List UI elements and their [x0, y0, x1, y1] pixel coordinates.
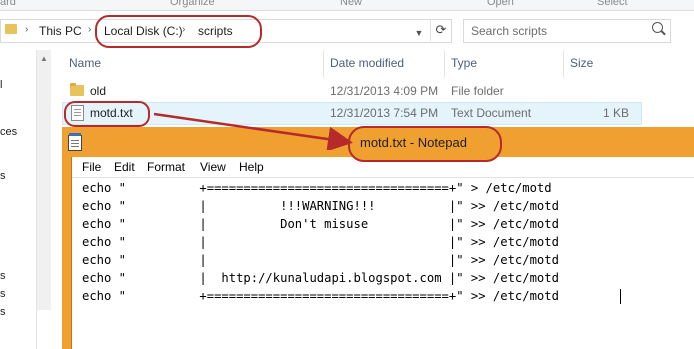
- navigation-pane: l ces s s s s: [0, 50, 37, 349]
- column-header-date[interactable]: Date modified: [330, 56, 404, 70]
- nav-item[interactable]: s: [0, 306, 6, 318]
- text-line: echo " | |" >> /etc/motd: [82, 235, 559, 249]
- file-type: File folder: [451, 84, 504, 98]
- text-line: echo " | !!!WARNING!!! |" >> /etc/motd: [82, 199, 559, 213]
- nav-item[interactable]: s: [0, 270, 6, 282]
- file-name: old: [90, 84, 107, 98]
- search-icon[interactable]: [652, 22, 663, 33]
- folder-icon: [5, 24, 17, 34]
- column-header-type[interactable]: Type: [451, 56, 477, 70]
- column-header-size[interactable]: Size: [570, 56, 593, 70]
- ribbon-group-clipboard[interactable]: ard: [0, 0, 16, 8]
- nav-item[interactable]: s: [0, 288, 6, 300]
- column-divider[interactable]: [323, 50, 324, 78]
- ribbon: ard Organize New Open Select: [0, 0, 694, 11]
- text-line: echo " +================================…: [82, 289, 559, 303]
- chevron-right-icon[interactable]: ›: [25, 24, 28, 35]
- notepad-title: motd.txt - Notepad: [360, 135, 467, 150]
- notepad-text-area[interactable]: echo " +================================…: [72, 179, 694, 349]
- file-date: 12/31/2013 4:09 PM: [330, 84, 439, 98]
- text-line: echo " +================================…: [82, 181, 552, 195]
- breadcrumb-this-pc[interactable]: This PC: [39, 24, 82, 38]
- menu-format[interactable]: Format: [147, 160, 185, 174]
- menu-help[interactable]: Help: [239, 160, 264, 174]
- column-header-name[interactable]: Name: [69, 56, 101, 70]
- menu-edit[interactable]: Edit: [114, 160, 135, 174]
- scroll-up-icon[interactable]: ▲: [40, 54, 48, 63]
- search-input[interactable]: Search scripts: [471, 24, 547, 38]
- notepad-client: File Edit Format View Help echo " +=====…: [71, 157, 694, 349]
- column-divider[interactable]: [563, 50, 564, 78]
- notepad-title-annotation: motd.txt - Notepad: [348, 126, 502, 162]
- file-type: Text Document: [451, 106, 532, 120]
- refresh-icon: ⟳: [435, 22, 447, 37]
- ribbon-group-new[interactable]: New: [340, 0, 362, 8]
- ribbon-group-select[interactable]: Select: [597, 0, 628, 8]
- nav-item[interactable]: s: [0, 170, 6, 182]
- file-row-old[interactable]: old 12/31/2013 4:09 PM File folder: [62, 81, 640, 102]
- arrow-line: [153, 112, 353, 150]
- text-line: echo " | http://kunaludapi.blogspot.com …: [82, 271, 559, 285]
- folder-icon: [70, 83, 84, 96]
- breadcrumb-highlight-annotation: [95, 15, 262, 48]
- menu-file[interactable]: File: [82, 160, 101, 174]
- notepad-icon: [68, 133, 82, 151]
- nav-item[interactable]: ces: [0, 126, 17, 138]
- file-highlight-annotation: [64, 101, 150, 127]
- search-box[interactable]: Search scripts: [463, 19, 671, 43]
- refresh-button[interactable]: ⟳: [430, 19, 451, 41]
- chevron-right-icon[interactable]: ›: [88, 24, 91, 35]
- ribbon-group-organize[interactable]: Organize: [170, 0, 215, 8]
- text-line: echo " | |" >> /etc/motd: [82, 253, 559, 267]
- nav-item[interactable]: l: [0, 79, 2, 91]
- ribbon-group-open[interactable]: Open: [487, 0, 514, 8]
- annotation-arrow: [153, 112, 353, 150]
- nav-scrollbar[interactable]: ▲: [37, 50, 51, 310]
- file-size: 1 KB: [603, 106, 630, 120]
- text-caret: [620, 289, 621, 304]
- chevron-down-icon[interactable]: ▼: [411, 22, 427, 44]
- menu-view[interactable]: View: [200, 160, 226, 174]
- column-divider[interactable]: [444, 50, 445, 78]
- text-line: echo " | Don't misuse |" >> /etc/motd: [82, 217, 559, 231]
